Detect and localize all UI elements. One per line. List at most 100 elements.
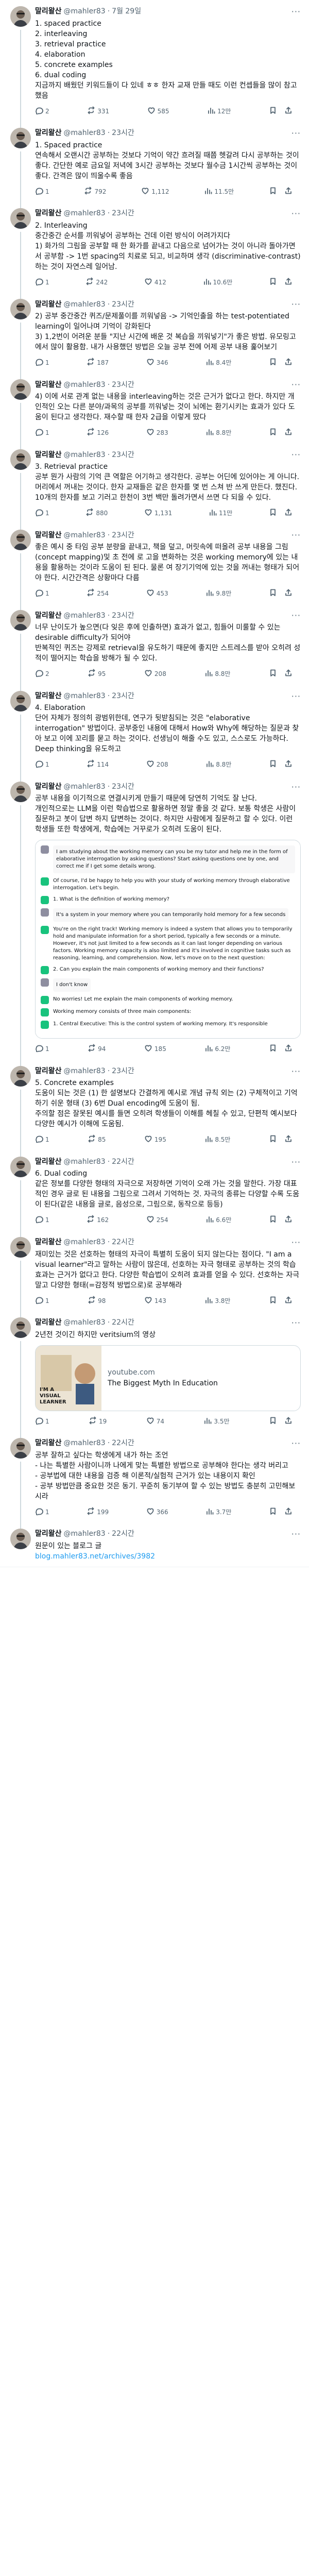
like-button[interactable]: 195 [144, 1134, 166, 1145]
reply-button[interactable]: 1 [35, 187, 49, 197]
author-handle[interactable]: @mahler83 [64, 380, 106, 390]
author-name[interactable]: 말리왈산 [35, 128, 62, 138]
author-name[interactable]: 말리왈산 [35, 611, 62, 621]
tweet-timestamp[interactable]: 22시간 [112, 1157, 134, 1167]
author-handle[interactable]: @mahler83 [64, 1066, 106, 1076]
tweet-timestamp[interactable]: 22시간 [112, 1318, 134, 1328]
like-button[interactable]: 453 [146, 588, 168, 599]
retweet-button[interactable]: 162 [87, 1215, 109, 1225]
avatar[interactable] [10, 1065, 31, 1087]
author-name[interactable]: 말리왈산 [35, 531, 62, 540]
author-handle[interactable]: @mahler83 [64, 209, 106, 218]
author-name[interactable]: 말리왈산 [35, 1157, 62, 1167]
author-name[interactable]: 말리왈산 [35, 691, 62, 701]
retweet-button[interactable]: 254 [87, 588, 109, 599]
avatar[interactable] [10, 1528, 31, 1549]
retweet-button[interactable]: 792 [84, 187, 106, 197]
like-button[interactable]: 585 [147, 106, 169, 116]
reply-button[interactable]: 1 [35, 1296, 49, 1306]
retweet-button[interactable]: 19 [89, 1416, 107, 1427]
bookmark-button[interactable] [269, 277, 277, 287]
author-handle[interactable]: @mahler83 [64, 782, 106, 792]
author-name[interactable]: 말리왈산 [35, 380, 62, 390]
retweet-button[interactable]: 95 [88, 669, 106, 679]
bookmark-button[interactable] [269, 588, 277, 599]
author-handle[interactable]: @mahler83 [64, 1238, 106, 1247]
retweet-button[interactable]: 114 [87, 759, 109, 770]
avatar[interactable] [10, 530, 31, 551]
author-name[interactable]: 말리왈산 [35, 1066, 62, 1076]
bookmark-button[interactable] [269, 106, 277, 116]
bookmark-button[interactable] [269, 759, 277, 770]
tweet[interactable]: 말리왈산 @mahler83 · 23시간 ··· 1. Spaced practice … [0, 122, 309, 209]
bookmark-button[interactable] [269, 1296, 277, 1306]
avatar[interactable] [10, 1236, 31, 1258]
views-button[interactable]: 12만 [207, 106, 231, 116]
author-name[interactable]: 말리왈산 [35, 1529, 62, 1539]
author-name[interactable]: 말리왈산 [35, 300, 62, 310]
share-button[interactable] [284, 277, 293, 287]
ellipsis-icon[interactable]: ··· [291, 1066, 301, 1077]
views-button[interactable]: 3.8만 [204, 1296, 230, 1306]
reply-button[interactable]: 1 [35, 277, 49, 287]
reply-button[interactable]: 1 [35, 428, 49, 438]
tweet-timestamp[interactable]: 23시간 [112, 1066, 134, 1076]
reply-button[interactable]: 1 [35, 358, 49, 368]
author-handle[interactable]: @mahler83 [64, 1529, 106, 1539]
like-button[interactable]: 346 [146, 358, 168, 368]
tweet[interactable]: 말리왈산 @mahler83 · 23시간 ··· 4) 이에 서로 관계 없는 내용을 … [0, 373, 309, 450]
author-handle[interactable]: @mahler83 [64, 611, 106, 621]
like-button[interactable]: 143 [144, 1296, 166, 1306]
avatar[interactable] [10, 690, 31, 711]
tweet[interactable]: 말리왈산 @mahler83 · 22시간 ··· 2년전 것이긴 하지만 veritsi… [0, 1311, 309, 1438]
reply-button[interactable]: 1 [35, 508, 49, 518]
author-name[interactable]: 말리왈산 [35, 1318, 62, 1328]
views-button[interactable]: 11만 [209, 508, 232, 518]
bookmark-button[interactable] [269, 428, 277, 438]
author-handle[interactable]: @mahler83 [64, 300, 106, 310]
tweet[interactable]: 말리왈산 @mahler83 · 23시간 ··· 2. Interleaving 중간중… [0, 202, 309, 299]
tweet[interactable]: 말리왈산 @mahler83 · 23시간 ··· 공부 내용을 이기적으로 연결시키게 … [0, 775, 309, 1066]
tweet-timestamp[interactable]: 23시간 [112, 782, 134, 792]
ellipsis-icon[interactable]: ··· [291, 1157, 301, 1168]
ellipsis-icon[interactable]: ··· [291, 449, 301, 461]
avatar[interactable] [10, 208, 31, 229]
author-handle[interactable]: @mahler83 [64, 691, 106, 701]
link-preview-card[interactable]: I'M A VISUAL LEARNER youtube.com The Bigge… [35, 1345, 301, 1411]
tweet[interactable]: 말리왈산 @mahler83 · 23시간 ··· 너무 난이도가 높으면(다 잊은 후에… [0, 604, 309, 691]
ellipsis-icon[interactable]: ··· [291, 610, 301, 621]
share-button[interactable] [284, 759, 293, 770]
like-button[interactable]: 208 [144, 669, 166, 679]
like-button[interactable]: 283 [146, 428, 168, 438]
bookmark-button[interactable] [269, 1507, 277, 1517]
ellipsis-icon[interactable]: ··· [291, 299, 301, 310]
views-button[interactable]: 8.8만 [204, 669, 230, 679]
author-name[interactable]: 말리왈산 [35, 782, 62, 792]
ellipsis-icon[interactable]: ··· [291, 691, 301, 702]
like-button[interactable]: 1,131 [144, 508, 172, 518]
like-button[interactable]: 366 [146, 1507, 168, 1517]
retweet-button[interactable]: 199 [87, 1507, 109, 1517]
bookmark-button[interactable] [269, 669, 277, 679]
reply-button[interactable]: 2 [35, 106, 49, 116]
tweet-timestamp[interactable]: 23시간 [112, 531, 134, 540]
tweet-timestamp[interactable]: 23시간 [112, 691, 134, 701]
views-button[interactable]: 8.4만 [205, 358, 231, 368]
bookmark-button[interactable] [269, 187, 277, 197]
views-button[interactable]: 3.5만 [203, 1416, 230, 1427]
tweet[interactable]: 말리왈산 @mahler83 · 22시간 ··· 공부 잘하고 싶다는 학생에게 내가 … [0, 1432, 309, 1529]
share-button[interactable] [284, 1296, 293, 1306]
author-handle[interactable]: @mahler83 [64, 531, 106, 540]
share-button[interactable] [284, 1044, 293, 1054]
avatar[interactable] [10, 781, 31, 802]
avatar[interactable] [10, 128, 31, 149]
blog-link[interactable]: blog.mahler83.net/archives/3982 [35, 1552, 155, 1561]
retweet-button[interactable]: 242 [85, 277, 108, 287]
ellipsis-icon[interactable]: ··· [291, 1237, 301, 1248]
ellipsis-icon[interactable]: ··· [291, 208, 301, 219]
avatar[interactable] [10, 449, 31, 470]
avatar[interactable] [10, 379, 31, 400]
ellipsis-icon[interactable]: ··· [291, 1438, 301, 1449]
reply-button[interactable]: 1 [35, 588, 49, 599]
bookmark-button[interactable] [269, 508, 277, 518]
